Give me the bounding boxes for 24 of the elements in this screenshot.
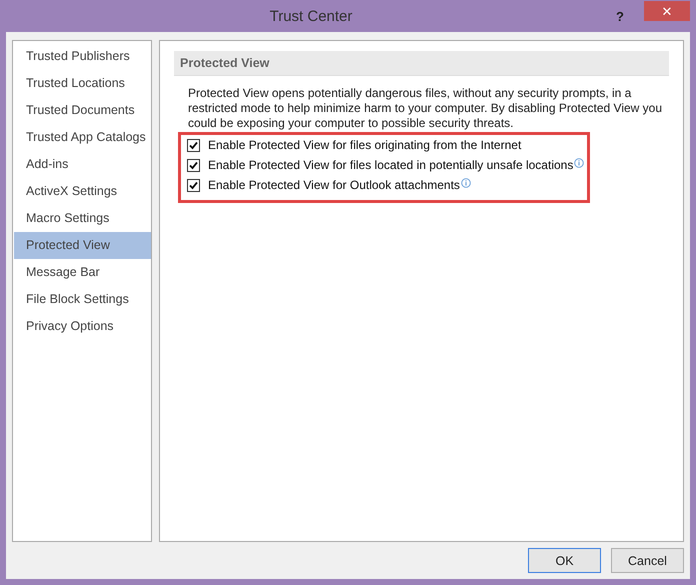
- ok-button[interactable]: OK: [528, 548, 601, 573]
- checkbox-label: Enable Protected View for files located in potentially unsafe locations: [208, 158, 574, 172]
- section-heading: Protected View: [174, 51, 669, 76]
- cancel-button[interactable]: Cancel: [611, 548, 684, 573]
- help-button[interactable]: ?: [606, 5, 634, 27]
- sidebar-item[interactable]: Protected View: [14, 232, 151, 259]
- sidebar-item[interactable]: Message Bar: [14, 259, 151, 286]
- checkbox[interactable]: [187, 158, 200, 172]
- close-button[interactable]: ✕: [644, 1, 690, 21]
- sidebar-item[interactable]: Trusted App Catalogs: [14, 124, 151, 151]
- checkbox-label: Enable Protected View for files originating from the Internet: [208, 138, 522, 152]
- sidebar-item[interactable]: File Block Settings: [14, 286, 151, 313]
- sidebar-item[interactable]: Trusted Locations: [14, 70, 151, 97]
- sidebar-item[interactable]: ActiveX Settings: [14, 178, 151, 205]
- sidebar-item[interactable]: Trusted Publishers: [14, 43, 151, 70]
- checkbox-label: Enable Protected View for Outlook attachments: [208, 178, 460, 192]
- sidebar-item[interactable]: Macro Settings: [14, 205, 151, 232]
- sidebar-item[interactable]: Add-ins: [14, 151, 151, 178]
- checkbox[interactable]: [187, 178, 200, 192]
- checkbox[interactable]: [187, 138, 200, 152]
- section-description: Protected View opens potentially dangerous files, without any security prompts, in a restricted mode to help minimize harm to your computer. By disabling Protected View you could be exposing your computer to possible security threats.: [188, 86, 663, 131]
- sidebar-item[interactable]: Privacy Options: [14, 313, 151, 340]
- sidebar-item[interactable]: Trusted Documents: [14, 97, 151, 124]
- window-title: Trust Center: [268, 8, 354, 24]
